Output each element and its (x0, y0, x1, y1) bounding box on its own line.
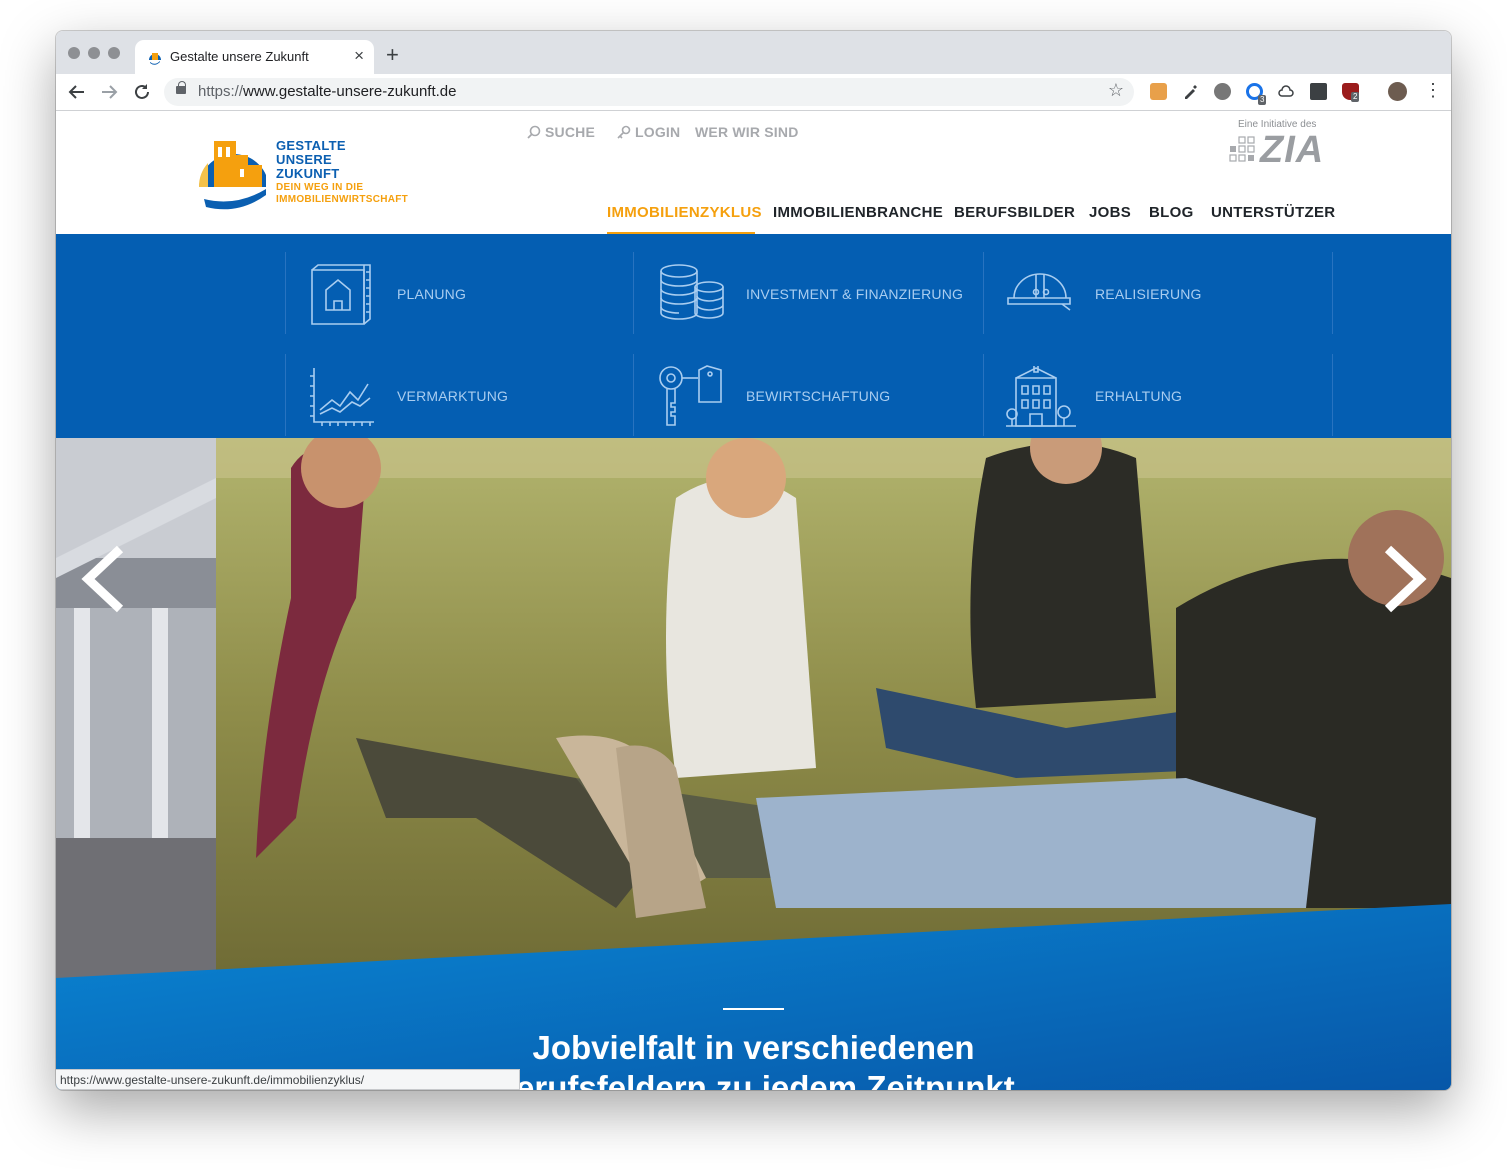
coin-stack-icon (660, 264, 724, 320)
nav-berufsbilder[interactable]: BERUFSBILDER (954, 204, 1075, 221)
headline-line-1: Jobvielfalt in verschiedenen (532, 1029, 975, 1066)
address-bar[interactable]: https://www.gestalte-unsere-zukunft.de ☆ (164, 78, 1134, 106)
status-bar-url: https://www.gestalte-unsere-zukunft.de/i… (56, 1069, 520, 1090)
logo-line-1: GESTALTE (276, 138, 346, 153)
headline-line-2: Berufsfeldern zu jedem Zeitpunkt (492, 1069, 1015, 1090)
site-logo[interactable]: GESTALTE UNSERE ZUKUNFT DEIN WEG IN DIE … (196, 133, 426, 218)
site-favicon-icon (149, 53, 161, 65)
tab-close-icon[interactable]: × (354, 46, 364, 66)
hero-headline: Jobvielfalt in verschiedenen Berufsfelde… (446, 1028, 1061, 1090)
logo-line-3: ZUKUNFT (276, 166, 340, 181)
shield-extension-icon[interactable]: 2 (1342, 83, 1360, 102)
mega-label-bewirtschaftung: BEWIRTSCHAFTUNG (746, 388, 891, 404)
mega-label-erhaltung: ERHALTUNG (1095, 388, 1183, 404)
slogan-line-2: IMMOBILIENWIRTSCHAFT (276, 194, 409, 205)
minimize-window-button[interactable] (88, 47, 100, 59)
slider-prev-chevron-icon[interactable] (80, 544, 130, 614)
mega-item-bewirtschaftung[interactable]: BEWIRTSCHAFTUNG (635, 354, 984, 436)
zia-wordmark: ZIA (1260, 129, 1325, 171)
back-arrow-icon[interactable] (68, 83, 86, 101)
logo-emblem-icon (198, 141, 266, 210)
hard-hat-icon (1007, 273, 1071, 311)
tab-strip: Gestalte unsere Zukunft × + (56, 31, 1451, 74)
zoom-window-button[interactable] (108, 47, 120, 59)
mega-item-planung[interactable]: PLANUNG (285, 252, 634, 334)
extension-blue-icon[interactable]: 3 (1246, 83, 1267, 105)
zia-logo[interactable]: Eine Initiative des ZIA (1228, 119, 1338, 171)
browser-window: Gestalte unsere Zukunft × + https://www.… (56, 31, 1451, 1090)
extension-1-icon[interactable] (1150, 83, 1167, 100)
web-page: GESTALTE UNSERE ZUKUNFT DEIN WEG IN DIE … (56, 111, 1451, 1090)
profile-avatar[interactable] (1388, 82, 1407, 101)
slogan-line-1: DEIN WEG IN DIE (276, 182, 364, 193)
search-link[interactable]: SUCHE (527, 124, 595, 140)
url-text: https://www.gestalte-unsere-zukunft.de (198, 83, 456, 100)
reload-icon[interactable] (133, 83, 151, 101)
hero-photo (56, 438, 1451, 1090)
key-icon (617, 125, 631, 139)
tab-title: Gestalte unsere Zukunft (170, 49, 309, 64)
mega-label-vermarktung: VERMARKTUNG (397, 388, 509, 404)
mega-label-planung: PLANUNG (397, 286, 467, 302)
nav-blog[interactable]: BLOG (1149, 204, 1194, 221)
browser-toolbar: https://www.gestalte-unsere-zukunft.de ☆… (56, 74, 1451, 111)
nav-unterstuetzer[interactable]: UNTERSTÜTZER (1211, 204, 1335, 221)
login-link[interactable]: LOGIN (617, 124, 680, 140)
login-label: LOGIN (635, 124, 681, 140)
zia-grid-icon (1229, 136, 1255, 162)
mega-label-investment: INVESTMENT & FINANZIERUNG (746, 286, 964, 302)
extension-dark-icon[interactable] (1310, 83, 1327, 100)
cloud-icon[interactable] (1278, 83, 1295, 100)
tab-active[interactable]: Gestalte unsere Zukunft × (135, 40, 374, 74)
slider-next-chevron-icon[interactable] (1378, 544, 1428, 614)
extension-badge-2: 2 (1351, 92, 1360, 102)
mega-item-erhaltung[interactable]: ERHALTUNG (984, 354, 1333, 436)
key-tag-icon (659, 365, 722, 426)
url-scheme: https:// (198, 83, 244, 100)
bookmark-star-icon[interactable]: ☆ (1108, 80, 1124, 101)
url-host: www.gestalte-unsere-zukunft.de (243, 83, 457, 100)
logo-wordmark: GESTALTE UNSERE ZUKUNFT (276, 139, 346, 181)
mega-item-investment[interactable]: INVESTMENT & FINANZIERUNG (635, 252, 984, 334)
lock-icon (176, 81, 186, 94)
nav-jobs[interactable]: JOBS (1089, 204, 1131, 221)
mega-menu: PLANUNG INVESTMENT & FINANZIERUNG REALIS… (56, 234, 1451, 438)
new-tab-button[interactable]: + (386, 42, 399, 68)
hero-slider: Jobvielfalt in verschiedenen Berufsfelde… (56, 438, 1451, 1090)
eyedropper-icon[interactable] (1182, 83, 1199, 100)
browser-menu-icon[interactable]: ⋮ (1424, 80, 1442, 101)
forward-arrow-icon[interactable] (100, 83, 118, 101)
logo-slogan: DEIN WEG IN DIE IMMOBILIENWIRTSCHAFT (276, 182, 408, 206)
logo-line-2: UNSERE (276, 152, 332, 167)
mega-item-vermarktung[interactable]: VERMARKTUNG (285, 354, 634, 436)
headline-divider (723, 1008, 784, 1010)
building-icon (1006, 366, 1076, 427)
mega-label-realisierung: REALISIERUNG (1095, 286, 1202, 302)
settings-extension-icon[interactable] (1214, 83, 1231, 100)
line-chart-icon (310, 368, 374, 426)
search-icon (527, 125, 541, 139)
nav-immobilienbranche[interactable]: IMMOBILIENBRANCHE (773, 204, 943, 221)
close-window-button[interactable] (68, 47, 80, 59)
blueprint-icon (311, 264, 371, 325)
screenshot-stage: Gestalte unsere Zukunft × + https://www.… (0, 0, 1507, 1170)
extension-badge: 3 (1258, 95, 1267, 105)
mega-item-realisierung[interactable]: REALISIERUNG (984, 252, 1333, 334)
nav-immobilienzyklus[interactable]: IMMOBILIENZYKLUS (607, 204, 762, 221)
about-link[interactable]: WER WIR SIND (695, 124, 799, 140)
search-label: SUCHE (545, 124, 596, 140)
